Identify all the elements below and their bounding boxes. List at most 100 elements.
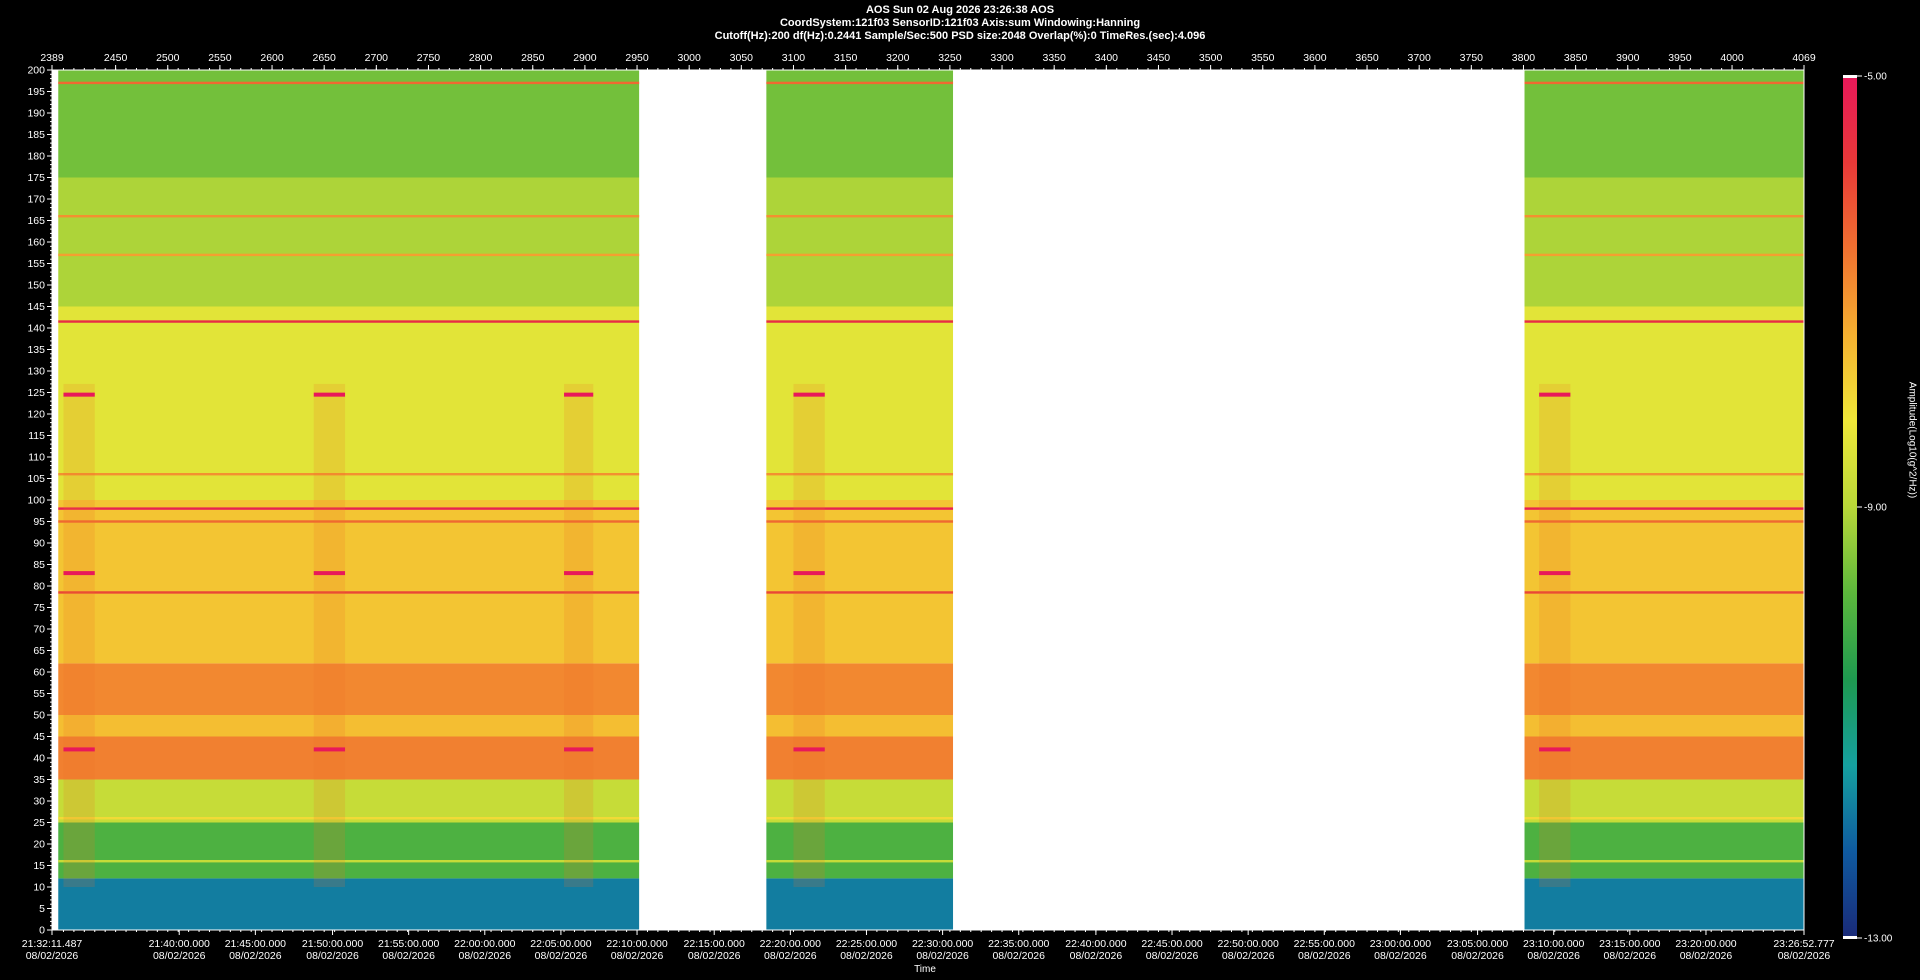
top-tick-label: 2550: [208, 52, 232, 64]
event-column: [564, 383, 594, 887]
top-tick-label: 2850: [521, 52, 545, 64]
top-tick-label: 3950: [1668, 52, 1692, 64]
tonal-line: [766, 253, 954, 257]
colorbar-top-cap: [1843, 75, 1857, 78]
date-tick-label: 08/02/2026: [764, 950, 817, 962]
event-marker: [313, 747, 346, 752]
colorbar-label: Amplitude(Log10(g^2/Hz)): [1906, 381, 1918, 499]
top-tick-label: 3500: [1199, 52, 1223, 64]
event-marker: [313, 571, 346, 576]
event-column: [63, 383, 95, 887]
top-tick-label: 2500: [156, 52, 180, 64]
y-tick-label: 130: [27, 366, 45, 378]
event-marker: [313, 392, 346, 397]
time-tick-label: 22:55:00.000: [1294, 938, 1355, 950]
date-tick-label: 08/02/2026: [1604, 950, 1657, 962]
frequency-band: [1524, 70, 1804, 178]
time-tick-label: 22:00:00.000: [454, 938, 515, 950]
date-tick-label: 08/02/2026: [535, 950, 588, 962]
top-tick-label: 2700: [365, 52, 389, 64]
frequency-band: [766, 70, 954, 178]
event-marker: [564, 392, 594, 397]
event-marker: [1539, 747, 1571, 752]
date-tick-label: 08/02/2026: [992, 950, 1045, 962]
tonal-line: [58, 473, 640, 476]
top-tick-label: 2800: [469, 52, 493, 64]
tonal-line: [766, 215, 954, 218]
frequency-band: [58, 779, 640, 823]
event-marker: [63, 392, 95, 397]
tonal-line: [58, 591, 640, 594]
y-tick-label: 180: [27, 151, 45, 163]
frequency-band: [58, 500, 640, 664]
time-tick-label: 22:50:00.000: [1218, 938, 1279, 950]
time-tick-label: 22:15:00.000: [684, 938, 745, 950]
time-tick-label: 22:05:00.000: [530, 938, 591, 950]
event-marker: [564, 571, 594, 576]
tonal-line: [58, 215, 640, 218]
date-tick-label: 08/02/2026: [916, 950, 969, 962]
date-tick-label: 08/02/2026: [1298, 950, 1351, 962]
date-tick-label: 08/02/2026: [459, 950, 512, 962]
date-tick-label: 08/02/2026: [1527, 950, 1580, 962]
y-tick-label: 200: [27, 65, 45, 77]
y-tick-label: 10: [33, 882, 45, 894]
time-tick-label: 23:15:00.000: [1599, 938, 1660, 950]
colorbar: -5.00 -9.00 -13.00: [1843, 72, 1893, 945]
top-tick-label: 4069: [1792, 52, 1816, 64]
tonal-line: [1524, 320, 1804, 323]
y-tick-label: 185: [27, 129, 45, 141]
top-tick-label: 3550: [1251, 52, 1275, 64]
spectrogram-chart[interactable]: 0 5 10 15 20 25 30 35 40 45 50 55 60 65 70 75 80 85 90 95 10…: [0, 0, 1920, 980]
y-tick-label: 195: [27, 86, 45, 98]
frequency-band: [58, 663, 640, 715]
event-marker: [793, 392, 825, 397]
tonal-line: [58, 860, 640, 863]
event-marker: [793, 747, 825, 752]
time-tick-label: 22:40:00.000: [1065, 938, 1126, 950]
y-tick-label: 190: [27, 108, 45, 120]
top-tick-label: 3350: [1043, 52, 1067, 64]
colorbar-tick-label: -9.00: [1864, 503, 1887, 514]
time-tick-label: 22:45:00.000: [1141, 938, 1202, 950]
tonal-line: [58, 507, 640, 510]
y-tick-label: 145: [27, 301, 45, 313]
top-tick-label: 2650: [313, 52, 337, 64]
colorbar-bottom-cap: [1843, 936, 1857, 939]
top-tick-label: 3750: [1460, 52, 1484, 64]
top-tick-label: 2600: [260, 52, 284, 64]
time-tick-label: 22:25:00.000: [836, 938, 897, 950]
date-tick-label: 08/02/2026: [153, 950, 206, 962]
y-tick-label: 15: [33, 860, 45, 872]
tonal-line: [58, 520, 640, 523]
event-column: [793, 383, 825, 887]
top-tick-label: 3650: [1355, 52, 1379, 64]
time-tick-label: 21:32:11.487: [22, 938, 83, 950]
time-tick-label: 21:55:00.000: [378, 938, 439, 950]
heatmap-plot-area[interactable]: [52, 70, 1804, 930]
time-tick-label: 21:50:00.000: [302, 938, 363, 950]
y-tick-label: 40: [33, 753, 45, 765]
frequency-band: [58, 878, 640, 930]
time-tick-label: 23:26:52.777: [1773, 938, 1834, 950]
frequency-band: [766, 177, 954, 307]
date-tick-label: 08/02/2026: [1222, 950, 1275, 962]
frequency-band: [58, 70, 640, 178]
date-tick-label: 08/02/2026: [1374, 950, 1427, 962]
event-column: [313, 383, 346, 887]
y-tick-label: 25: [33, 817, 45, 829]
tonal-line: [766, 81, 954, 85]
tonal-line: [1524, 253, 1804, 257]
y-tick-label: 70: [33, 624, 45, 636]
top-tick-label: 2900: [573, 52, 597, 64]
y-tick-label: 60: [33, 667, 45, 679]
top-tick-label: 3900: [1616, 52, 1640, 64]
tonal-line: [1524, 81, 1804, 85]
y-tick-label: 35: [33, 774, 45, 786]
date-tick-label: 08/02/2026: [1146, 950, 1199, 962]
y-tick-label: 75: [33, 602, 45, 614]
y-tick-label: 175: [27, 172, 45, 184]
top-tick-label: 3450: [1147, 52, 1171, 64]
event-marker: [63, 747, 95, 752]
y-tick-label: 125: [27, 387, 45, 399]
